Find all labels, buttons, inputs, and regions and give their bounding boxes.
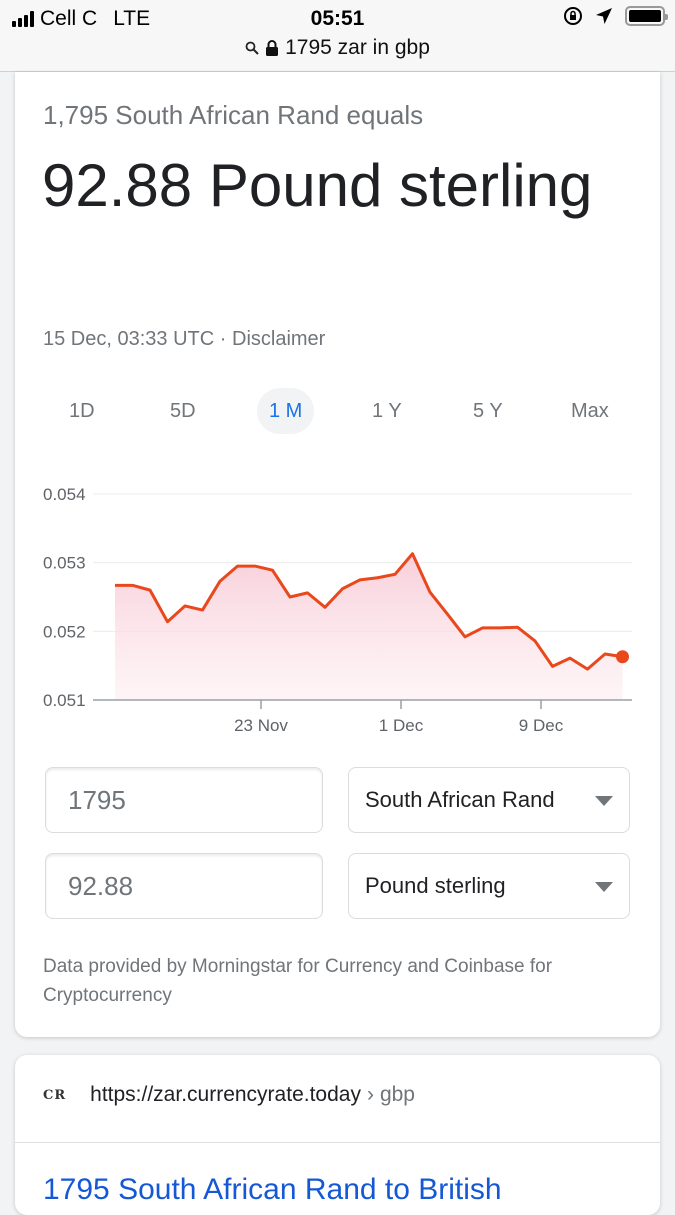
- result-site-row[interactable]: CR https://zar.currencyrate.today › gbp: [43, 1083, 415, 1107]
- currency-converter-card: 1,795 South African Rand equals 92.88 Po…: [15, 72, 660, 1037]
- to-currency-select[interactable]: Pound sterling: [348, 853, 630, 919]
- result-url[interactable]: https://zar.currencyrate.today: [90, 1083, 361, 1107]
- url-query: 1795 zar in gbp: [285, 36, 430, 59]
- data-point: [236, 565, 239, 568]
- y-tick-label: 0.053: [43, 554, 86, 573]
- data-point: [534, 639, 537, 642]
- data-point: [131, 584, 134, 587]
- data-point: [551, 665, 554, 668]
- data-point: [149, 589, 152, 592]
- battery-icon: [625, 6, 668, 26]
- site-favicon-icon: CR: [43, 1087, 67, 1103]
- x-tick-label: 23 Nov: [234, 716, 288, 735]
- data-point: [446, 613, 449, 616]
- area-fill: [115, 553, 623, 700]
- divider: [15, 1142, 660, 1143]
- data-point: [481, 626, 484, 629]
- data-point: [499, 626, 502, 629]
- from-currency-value: South African Rand: [365, 787, 555, 812]
- data-point: [411, 552, 414, 555]
- dropdown-caret-icon: [595, 796, 613, 806]
- x-tick-label: 9 Dec: [519, 716, 564, 735]
- status-icons: [563, 6, 668, 26]
- data-point: [429, 591, 432, 594]
- data-point: [219, 580, 222, 583]
- lock-icon: [266, 40, 279, 56]
- y-tick-label: 0.054: [43, 485, 86, 504]
- last-point-marker: [616, 650, 629, 664]
- conversion-subtitle: 1,795 South African Rand equals: [43, 100, 424, 130]
- tab-1d[interactable]: 1D: [57, 388, 107, 434]
- disclaimer-link[interactable]: Disclaimer: [232, 328, 325, 350]
- data-point: [359, 578, 362, 581]
- from-amount-input[interactable]: 1795: [45, 767, 323, 833]
- conversion-result: 92.88 Pound sterling: [42, 152, 593, 219]
- data-point: [376, 576, 379, 579]
- tab-1m[interactable]: 1 M: [257, 388, 315, 434]
- data-point: [166, 620, 169, 623]
- to-currency-value: Pound sterling: [365, 873, 506, 898]
- data-point: [254, 565, 257, 568]
- data-point: [201, 609, 204, 612]
- data-source-note: Data provided by Morningstar for Currenc…: [43, 956, 553, 1006]
- breadcrumb-separator: ›: [366, 1083, 374, 1106]
- from-currency-select[interactable]: South African Rand: [348, 767, 630, 833]
- tab-max[interactable]: Max: [559, 388, 621, 434]
- data-point: [516, 626, 519, 629]
- y-tick-label: 0.051: [43, 691, 86, 710]
- meta-separator: ·: [219, 328, 227, 350]
- data-point: [464, 635, 467, 638]
- x-tick-label: 1 Dec: [379, 716, 424, 735]
- breadcrumb: gbp: [379, 1083, 415, 1106]
- tab-5d[interactable]: 5D: [158, 388, 208, 434]
- tab-1y[interactable]: 1 Y: [360, 388, 414, 434]
- url-bar[interactable]: 1795 zar in gbp: [0, 36, 675, 60]
- dropdown-caret-icon: [595, 882, 613, 892]
- data-point: [341, 587, 344, 590]
- to-amount-input[interactable]: 92.88: [45, 853, 323, 919]
- orientation-lock-icon: [564, 7, 582, 25]
- exchange-rate-chart[interactable]: 0.054 0.053 0.052 0.051 23 Nov 1 Dec 9 Dec: [15, 472, 660, 752]
- timestamp: 15 Dec, 03:33 UTC: [43, 328, 215, 350]
- search-result-card: CR https://zar.currencyrate.today › gbp …: [15, 1055, 660, 1215]
- range-tabs: 1D 5D 1 M 1 Y 5 Y Max: [15, 388, 660, 436]
- data-point: [114, 584, 117, 587]
- location-arrow-icon: [596, 8, 612, 24]
- result-title-link[interactable]: 1795 South African Rand to British: [43, 1173, 502, 1207]
- data-point: [394, 573, 397, 576]
- y-tick-label: 0.052: [43, 622, 86, 641]
- conversion-meta: 15 Dec, 03:33 UTC · Disclaimer: [43, 328, 325, 351]
- data-point: [306, 591, 309, 594]
- status-bar: Cell C LTE 05:51 1795 zar in gbp: [0, 0, 675, 72]
- data-point: [586, 668, 589, 671]
- data-point: [184, 604, 187, 607]
- data-point: [604, 652, 607, 655]
- data-point: [289, 596, 292, 599]
- search-icon: [245, 41, 259, 55]
- data-point: [569, 657, 572, 660]
- tab-5y[interactable]: 5 Y: [461, 388, 515, 434]
- data-point: [324, 606, 327, 609]
- data-point: [271, 569, 274, 572]
